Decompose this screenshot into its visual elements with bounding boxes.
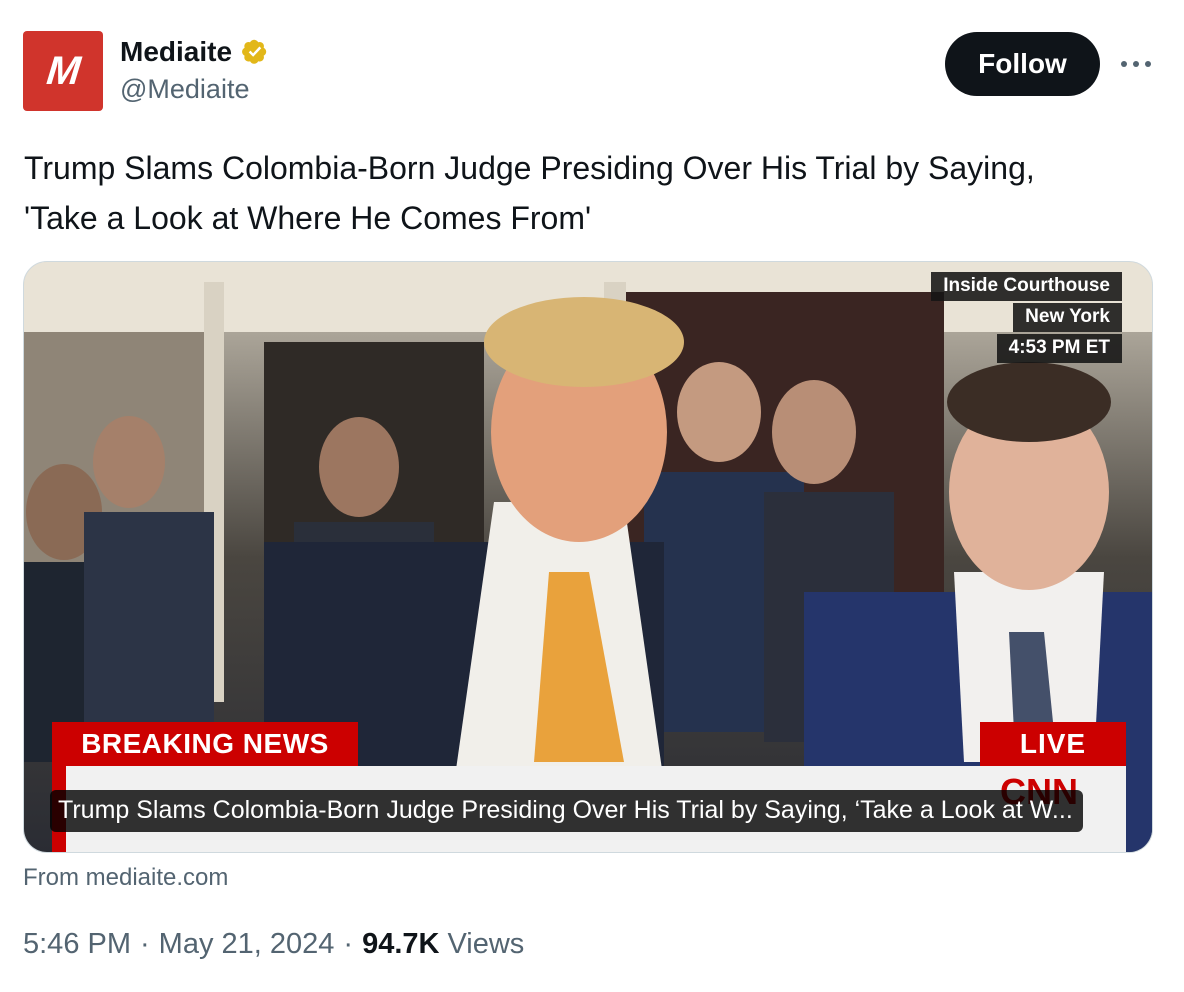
tweet-time[interactable]: 5:46 PM	[23, 928, 131, 961]
tweet-text-line: 'Take a Look at Where He Comes From'	[24, 200, 592, 236]
tweet-date[interactable]: May 21, 2024	[159, 928, 335, 961]
views-label: Views	[447, 928, 525, 960]
separator-dot: ·	[140, 928, 150, 960]
tweet-text: Trump Slams Colombia-Born Judge Presidin…	[24, 143, 1144, 243]
follow-button[interactable]: Follow	[945, 32, 1100, 96]
author-name-row: Mediaite	[120, 32, 271, 72]
more-options-button[interactable]	[1116, 46, 1156, 82]
tweet-metadata: 5:46 PM · May 21, 2024 · 94.7K Views	[23, 928, 524, 961]
views-count[interactable]: 94.7K	[362, 928, 439, 961]
city-tag: New York	[1013, 303, 1122, 332]
tweet-text-line: Trump Slams Colombia-Born Judge Presidin…	[24, 150, 1035, 186]
live-badge: LIVE	[980, 722, 1126, 766]
avatar-logo-letter: M	[44, 48, 82, 93]
location-tag: Inside Courthouse	[931, 272, 1122, 301]
separator-dot: ·	[343, 928, 354, 960]
more-horizontal-icon	[1121, 61, 1151, 67]
link-card[interactable]: Inside Courthouse New York 4:53 PM ET BR…	[23, 261, 1153, 853]
card-source-link[interactable]: From mediaite.com	[23, 864, 228, 892]
card-title-caption: Trump Slams Colombia-Born Judge Presidin…	[50, 790, 1083, 832]
author-handle[interactable]: @Mediaite	[120, 74, 249, 105]
breaking-news-banner: BREAKING NEWS	[52, 722, 358, 766]
gold-verified-badge-icon[interactable]	[239, 36, 271, 68]
broadcast-time-tag: 4:53 PM ET	[996, 334, 1122, 363]
display-name[interactable]: Mediaite	[120, 36, 232, 68]
avatar[interactable]: M	[23, 31, 103, 111]
